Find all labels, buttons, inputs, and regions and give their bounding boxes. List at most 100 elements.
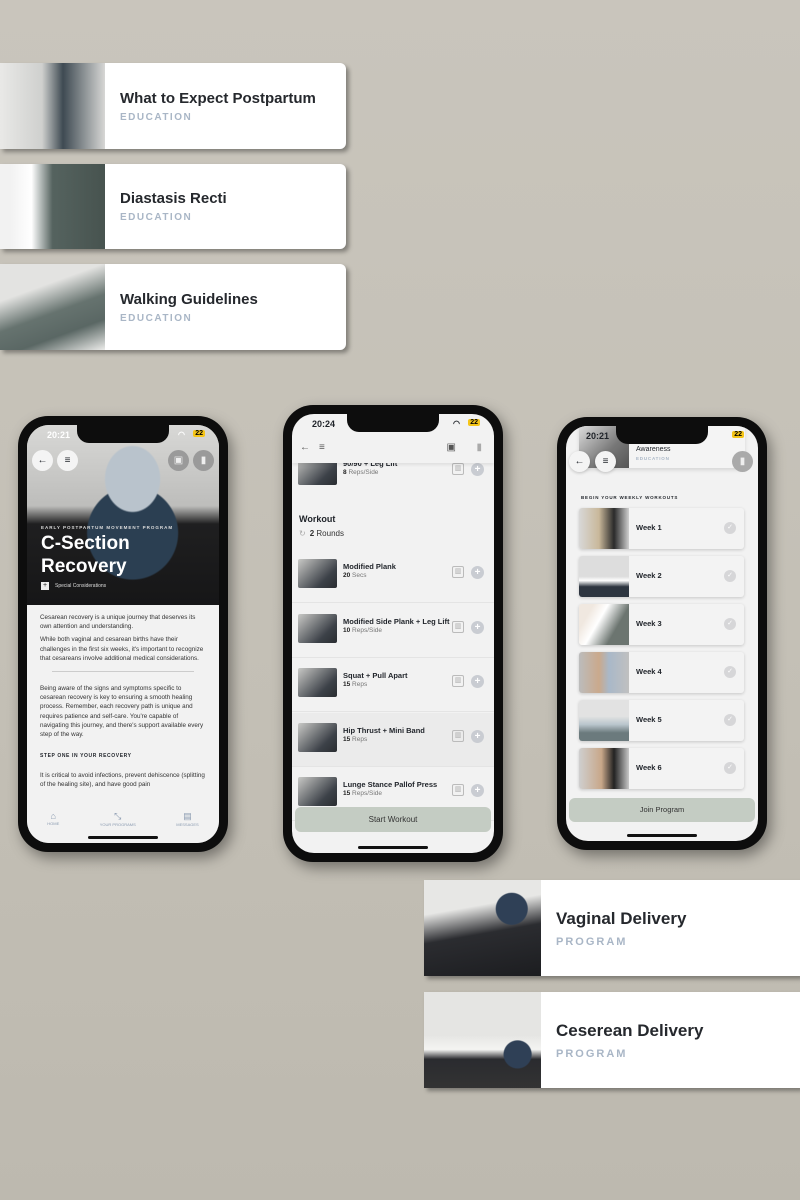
phone-program-detail: 20:21 ◠ 22 ← ≡ ▣ ▮ EARLY POSTPARTUM MOVEME…	[18, 416, 228, 852]
week-item[interactable]: Week 6 ✓	[579, 748, 744, 789]
exercise-reps: 15 Reps	[343, 681, 368, 688]
bookmark-button[interactable]: ▮	[193, 450, 214, 471]
wifi-icon: ◠	[178, 430, 185, 439]
back-button[interactable]: ←	[32, 450, 53, 471]
exercise-name: Modified Side Plank + Leg Lift	[343, 616, 450, 626]
section-heading: BEGIN YOUR WEEKLY WORKOUTS	[581, 495, 679, 500]
check-icon[interactable]: ✓	[724, 714, 736, 726]
exercise-row[interactable]: Modified Plank 20 Secs ▥ +	[292, 549, 494, 603]
exercise-thumbnail	[298, 613, 337, 643]
check-icon[interactable]: ✓	[724, 762, 736, 774]
repeat-icon: ↻	[299, 529, 306, 538]
notch	[616, 426, 708, 444]
education-card[interactable]: Diastasis Recti EDUCATION	[0, 164, 346, 249]
item-tag: EDUCATION	[636, 456, 670, 461]
week-item[interactable]: Week 2 ✓	[579, 556, 744, 597]
program-body: Cesarean recovery is a unique journey th…	[40, 613, 206, 794]
week-thumbnail	[579, 508, 629, 549]
exercise-name: Hip Thrust + Mini Band	[343, 725, 425, 735]
item-title: Awareness	[636, 446, 671, 453]
week-label: Week 6	[636, 763, 662, 772]
program-card[interactable]: Vaginal Delivery PROGRAM	[424, 880, 800, 976]
add-icon[interactable]: +	[471, 675, 484, 688]
exercise-reps: 20 Secs	[343, 572, 367, 579]
stats-icon[interactable]: ▥	[452, 729, 464, 742]
add-icon[interactable]: +	[471, 620, 484, 634]
add-icon[interactable]: +	[471, 566, 484, 579]
week-item[interactable]: Week 3 ✓	[579, 604, 744, 645]
check-icon[interactable]: ✓	[724, 666, 736, 678]
paragraph: Cesarean recovery is a unique journey th…	[40, 614, 196, 631]
join-program-button[interactable]: Join Program	[569, 798, 755, 822]
menu-button[interactable]: ≡	[319, 442, 325, 453]
stats-icon[interactable]: ▥	[452, 675, 464, 687]
back-button[interactable]: ←	[569, 451, 590, 472]
program-card[interactable]: Ceserean Delivery PROGRAM	[424, 992, 800, 1088]
education-card[interactable]: Walking Guidelines EDUCATION	[0, 264, 346, 350]
badge-label: Special Considerations	[55, 583, 107, 589]
calendar-button[interactable]: ▣	[168, 450, 189, 471]
week-label: Week 5	[636, 715, 662, 724]
card-title: Diastasis Recti	[120, 190, 227, 207]
back-button[interactable]: ←	[300, 442, 310, 453]
divider	[52, 671, 194, 673]
week-item[interactable]: Week 4 ✓	[579, 652, 744, 693]
status-time: 20:21	[47, 430, 71, 440]
education-card[interactable]: What to Expect Postpartum EDUCATION	[0, 63, 346, 149]
week-item[interactable]: Week 5 ✓	[579, 700, 744, 741]
card-tag: PROGRAM	[556, 1047, 628, 1060]
week-thumbnail	[579, 604, 629, 645]
exercise-row[interactable]: Squat + Pull Apart 15 Reps ▥ +	[292, 658, 494, 712]
card-tag: EDUCATION	[120, 111, 193, 123]
calendar-button[interactable]: ▣	[447, 442, 456, 453]
paragraph: It is critical to avoid infections, prev…	[40, 772, 205, 789]
phone-workout: 20:24 ◠ 22 ← ≡ ▣ ▮ 90/90 + Leg Lift 8 Reps/…	[283, 405, 503, 862]
tab-home[interactable]: ⌂ HOME	[47, 811, 59, 843]
check-icon[interactable]: ✓	[724, 570, 736, 582]
week-thumbnail	[579, 748, 629, 789]
bookmark-button[interactable]: ▮	[732, 451, 753, 472]
top-nav: ← ≡ ▣ ▮	[292, 436, 494, 463]
stats-icon[interactable]: ▥	[452, 620, 464, 633]
paragraph: While both vaginal and cesarean births h…	[40, 636, 204, 662]
exercise-thumbnail	[298, 722, 337, 752]
stats-icon[interactable]: ▥	[452, 784, 464, 796]
tab-messages[interactable]: ▤ MESSAGES	[176, 811, 198, 843]
paragraph: Being aware of the signs and symptoms sp…	[40, 685, 204, 739]
stats-icon[interactable]: ▥	[452, 463, 464, 475]
stats-icon[interactable]: ▥	[452, 566, 464, 578]
plus-icon: +	[41, 582, 49, 590]
rounds: ↻ 2 Rounds	[299, 529, 344, 538]
exercise-row[interactable]: Hip Thrust + Mini Band 15 Reps ▥ +	[292, 712, 494, 767]
phone-weekly-workouts: 20:21 22 Awareness EDUCATION ← ≡ ▮ BEGIN …	[557, 417, 767, 850]
week-item[interactable]: Week 1 ✓	[579, 508, 744, 549]
start-workout-button[interactable]: Start Workout	[295, 807, 491, 832]
home-indicator	[358, 846, 428, 849]
check-icon[interactable]: ✓	[724, 522, 736, 534]
exercise-name: Lunge Stance Pallof Press	[343, 780, 438, 789]
exercise-row[interactable]: Modified Side Plank + Leg Lift 10 Reps/Si…	[292, 604, 494, 658]
card-tag: EDUCATION	[120, 212, 193, 223]
bookmark-button[interactable]: ▮	[476, 442, 482, 453]
home-icon: ⌂	[50, 811, 56, 821]
program-eyebrow: EARLY POSTPARTUM MOVEMENT PROGRAM	[41, 525, 174, 530]
home-indicator	[627, 834, 697, 837]
exercise-name: Squat + Pull Apart	[343, 671, 408, 680]
card-title: Vaginal Delivery	[556, 908, 687, 928]
exercise-reps: 10 Reps/Side	[343, 626, 383, 634]
special-considerations[interactable]: + Special Considerations	[41, 582, 106, 590]
menu-button[interactable]: ≡	[57, 450, 78, 471]
add-icon[interactable]: +	[471, 784, 484, 797]
messages-icon: ▤	[183, 811, 192, 821]
menu-button[interactable]: ≡	[595, 451, 616, 472]
card-image	[424, 992, 541, 1088]
add-icon[interactable]: +	[471, 729, 484, 743]
card-tag: EDUCATION	[120, 312, 193, 324]
card-image	[0, 164, 105, 249]
week-label: Week 1	[636, 523, 662, 532]
add-icon[interactable]: +	[471, 463, 484, 476]
exercise-reps: 15 Reps/Side	[343, 790, 383, 797]
notch	[77, 425, 169, 443]
card-title: Ceserean Delivery	[556, 1020, 704, 1040]
check-icon[interactable]: ✓	[724, 618, 736, 630]
